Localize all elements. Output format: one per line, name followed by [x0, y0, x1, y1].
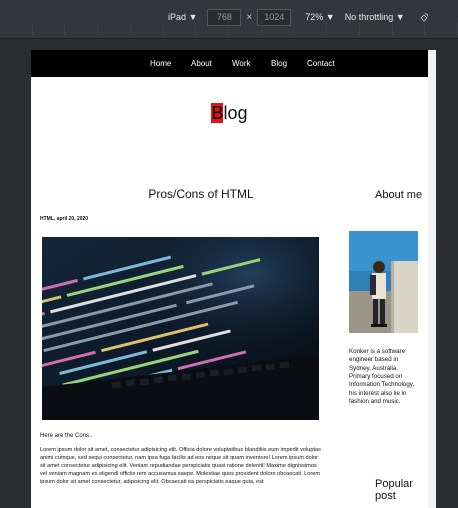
post-meta: HTML, april 20, 2020: [40, 216, 89, 222]
device-select[interactable]: iPad ▼: [168, 12, 197, 22]
nav-work[interactable]: Work: [232, 59, 251, 68]
top-nav: Home About Work Blog Contact: [31, 50, 428, 77]
author-photo: [349, 231, 418, 333]
about-heading: About me: [375, 189, 423, 201]
device-toolbar: iPad ▼ 768 × 1024 72% ▼ No throttling ▼: [0, 0, 458, 39]
page-viewport: Home About Work Blog Contact Blog Pros/C…: [31, 50, 428, 508]
rotate-icon[interactable]: [419, 12, 429, 22]
post-lead: Here are the Cons..: [40, 433, 93, 439]
nav-blog[interactable]: Blog: [271, 59, 287, 68]
code-screen-illustration: [42, 237, 319, 420]
throttling-select[interactable]: No throttling ▼: [345, 12, 405, 22]
page-title-highlight: B: [211, 103, 224, 123]
popular-post-heading: Popular post: [375, 478, 413, 503]
post-body: Lorem ipsum dolor sit amet, consectetur …: [40, 447, 321, 486]
post-image: [42, 237, 319, 420]
post-title: Pros/Cons of HTML: [148, 187, 254, 201]
media-query-ruler[interactable]: [0, 22, 458, 36]
page-edge: [428, 50, 436, 508]
about-text: Konker is a software engineer based in S…: [349, 348, 415, 406]
author-portrait: [349, 231, 418, 333]
page-title-rest: log: [223, 103, 248, 123]
dimension-separator: ×: [246, 11, 253, 23]
nav-contact[interactable]: Contact: [307, 59, 335, 68]
zoom-select[interactable]: 72% ▼: [305, 12, 334, 22]
nav-about[interactable]: About: [191, 59, 212, 68]
page-title: Blog: [31, 103, 428, 124]
nav-home[interactable]: Home: [150, 59, 171, 68]
